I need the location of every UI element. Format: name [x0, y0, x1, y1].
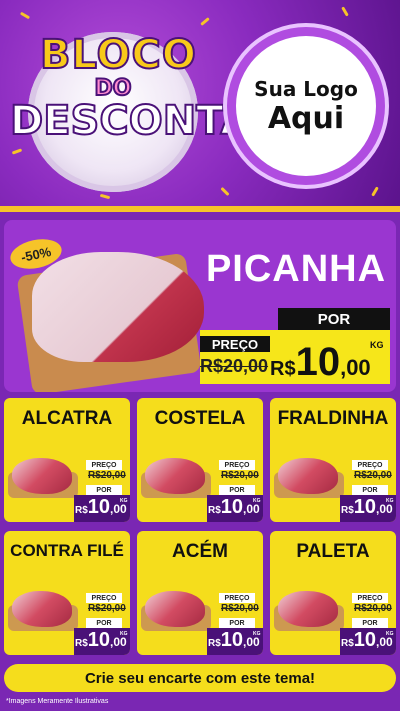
- confetti: [341, 6, 349, 17]
- logo-text-bloco: BLOCO: [39, 31, 197, 79]
- product-card-alcatra: ALCATRA PREÇO R$20,00 POR R$10,00 KG: [4, 398, 130, 522]
- card-price-int: 10: [353, 496, 377, 518]
- meat-image: [278, 591, 338, 627]
- card-por-label: POR: [219, 618, 255, 628]
- confetti: [11, 148, 23, 155]
- card-por-label: POR: [86, 485, 122, 495]
- logo-placeholder-badge: Sua Logo Aqui: [236, 36, 376, 176]
- hero-old-price: R$20,00: [200, 356, 269, 376]
- card-product-name: ALCATRA: [21, 408, 113, 429]
- card-price-cents: ,00: [376, 502, 393, 516]
- card-preco-label: PREÇO: [86, 593, 122, 603]
- card-price-cents: ,00: [110, 502, 127, 516]
- card-por-label: POR: [219, 485, 255, 495]
- card-por-label: POR: [86, 618, 122, 628]
- hero-preco-label: PREÇO: [200, 336, 270, 352]
- product-card-acem: ACÉM PREÇO R$20,00 POR R$10,00 KG: [137, 531, 263, 655]
- card-product-name: FRALDINHA: [277, 408, 389, 429]
- card-old-price: R$20,00: [221, 603, 259, 614]
- card-old-price: R$20,00: [354, 470, 392, 481]
- card-currency: R$: [341, 638, 354, 649]
- hero-new-price: R$10,00: [270, 340, 371, 385]
- card-old-price: R$20,00: [88, 603, 126, 614]
- hero-unit: KG: [370, 340, 384, 350]
- card-preco-label: PREÇO: [352, 460, 388, 470]
- confetti: [200, 17, 210, 26]
- card-new-price: R$10,00: [208, 629, 260, 652]
- meat-image: [12, 591, 72, 627]
- card-unit: KG: [253, 631, 261, 637]
- hero-currency: R$: [270, 358, 296, 380]
- card-currency: R$: [208, 505, 221, 516]
- card-product-name: PALETA: [296, 541, 370, 562]
- card-currency: R$: [75, 505, 88, 516]
- confetti: [220, 186, 230, 197]
- badge-line2: Aqui: [267, 100, 345, 136]
- card-preco-label: PREÇO: [86, 460, 122, 470]
- card-new-price: R$10,00: [341, 629, 393, 652]
- card-por-label: POR: [352, 485, 388, 495]
- confetti: [371, 186, 379, 197]
- card-unit: KG: [386, 498, 394, 504]
- card-preco-label: PREÇO: [219, 593, 255, 603]
- meat-image: [278, 458, 338, 494]
- picanha-image: [32, 252, 204, 362]
- confetti: [99, 193, 111, 200]
- card-product-name: ACÉM: [172, 541, 228, 562]
- card-new-price: R$10,00: [341, 496, 393, 519]
- card-price-cents: ,00: [243, 502, 260, 516]
- card-new-price: R$10,00: [75, 629, 127, 652]
- card-unit: KG: [120, 498, 128, 504]
- header-banner: BLOCO DO DESCONTÃO Sua Logo Aqui: [0, 0, 400, 208]
- card-unit: KG: [386, 631, 394, 637]
- card-preco-label: PREÇO: [219, 460, 255, 470]
- product-card-fraldinha: FRALDINHA PREÇO R$20,00 POR R$10,00 KG: [270, 398, 396, 522]
- product-card-contra-file: CONTRA FILÉ PREÇO R$20,00 POR R$10,00 KG: [4, 531, 130, 655]
- card-old-price: R$20,00: [221, 470, 259, 481]
- card-currency: R$: [341, 505, 354, 516]
- meat-image: [145, 458, 205, 494]
- disclaimer-text: *Imagens Meramente Ilustrativas: [6, 698, 109, 705]
- product-card-costela: COSTELA PREÇO R$20,00 POR R$10,00 KG: [137, 398, 263, 522]
- card-new-price: R$10,00: [75, 496, 127, 519]
- card-product-name: COSTELA: [154, 408, 246, 429]
- card-price-int: 10: [220, 629, 244, 651]
- card-product-name: CONTRA FILÉ: [10, 541, 124, 560]
- card-price-cents: ,00: [243, 635, 260, 649]
- card-price-cents: ,00: [110, 635, 127, 649]
- card-unit: KG: [253, 498, 261, 504]
- card-currency: R$: [75, 638, 88, 649]
- card-new-price: R$10,00: [208, 496, 260, 519]
- card-por-label: POR: [352, 618, 388, 628]
- card-preco-label: PREÇO: [352, 593, 388, 603]
- badge-line1: Sua Logo: [254, 76, 358, 101]
- card-price-int: 10: [87, 496, 111, 518]
- card-old-price: R$20,00: [88, 470, 126, 481]
- product-card-paleta: PALETA PREÇO R$20,00 POR R$10,00 KG: [270, 531, 396, 655]
- meat-image: [145, 591, 205, 627]
- card-currency: R$: [208, 638, 221, 649]
- hero-price-cents: ,00: [340, 355, 371, 380]
- hero-por-label: POR: [278, 308, 390, 330]
- cta-banner[interactable]: Crie seu encarte com este tema!: [4, 664, 396, 692]
- hero-price-int: 10: [295, 340, 341, 384]
- card-price-cents: ,00: [376, 635, 393, 649]
- hero-product-name: PICANHA: [205, 248, 387, 290]
- card-old-price: R$20,00: [354, 603, 392, 614]
- confetti: [19, 11, 31, 20]
- card-price-int: 10: [87, 629, 111, 651]
- card-unit: KG: [120, 631, 128, 637]
- card-price-int: 10: [353, 629, 377, 651]
- meat-image: [12, 458, 72, 494]
- logo-text-descontao: DESCONTÃO: [9, 97, 286, 145]
- card-price-int: 10: [220, 496, 244, 518]
